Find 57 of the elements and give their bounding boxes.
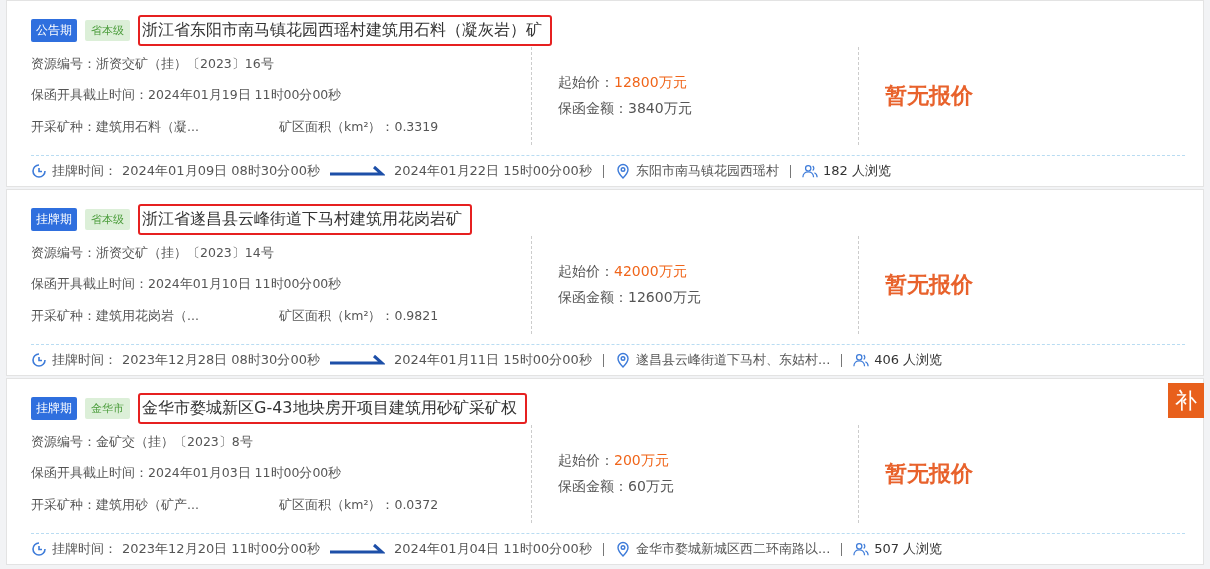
clock-icon bbox=[31, 541, 47, 557]
view-count: 507 人浏览 bbox=[874, 540, 943, 558]
bid-status: 暂无报价 bbox=[885, 82, 973, 110]
mineral-type: 开采矿种：建筑用石料（凝... bbox=[31, 118, 200, 136]
start-price-label: 起始价： bbox=[558, 74, 614, 90]
resource-number: 资源编号：金矿交（挂）〔2023〕8号 bbox=[31, 434, 254, 452]
people-icon bbox=[853, 352, 870, 368]
listing-start-time: 2024年01月09日 08时30分00秒 bbox=[122, 162, 320, 180]
location-pin-icon bbox=[614, 352, 631, 368]
start-price: 42000万元 bbox=[614, 263, 687, 279]
start-price: 12800万元 bbox=[614, 74, 687, 90]
listing-time-label: 挂牌时间： bbox=[52, 540, 117, 558]
guarantee-deadline: 保函开具截止时间：2024年01月19日 11时00分00秒 bbox=[31, 87, 343, 105]
listing-start-time: 2023年12月28日 08时30分00秒 bbox=[122, 351, 320, 369]
view-count: 406 人浏览 bbox=[874, 351, 943, 369]
listing-title-link[interactable]: 金华市婺城新区G-43地块房开项目建筑用砂矿采矿权 bbox=[138, 392, 527, 424]
clock-icon bbox=[31, 352, 47, 368]
listing-title-link[interactable]: 浙江省东阳市南马镇花园西瑶村建筑用石料（凝灰岩）矿 bbox=[138, 14, 552, 46]
stage-badge: 挂牌期 bbox=[31, 396, 77, 420]
location: 金华市婺城新城区西二环南路以... bbox=[635, 540, 831, 558]
location-pin-icon bbox=[614, 163, 631, 179]
stage-badge: 公告期 bbox=[31, 18, 77, 42]
listing-time-label: 挂牌时间： bbox=[52, 351, 117, 369]
bid-status: 暂无报价 bbox=[885, 460, 973, 488]
resource-number: 资源编号：浙资交矿（挂）〔2023〕14号 bbox=[31, 245, 275, 263]
guarantee-deadline: 保函开具截止时间：2024年01月03日 11时00分00秒 bbox=[31, 465, 343, 483]
start-price-label: 起始价： bbox=[558, 452, 614, 468]
mining-area: 矿区面积（km²）：0.9821 bbox=[279, 307, 439, 325]
listing-end-time: 2024年01月04日 11时00分00秒 bbox=[393, 540, 592, 558]
mineral-type: 开采矿种：建筑用砂（矿产... bbox=[31, 496, 200, 514]
mining-area: 矿区面积（km²）：0.3319 bbox=[279, 118, 439, 136]
mineral-type: 开采矿种：建筑用花岗岩（... bbox=[31, 307, 200, 325]
stage-badge: 挂牌期 bbox=[31, 207, 77, 231]
guarantee-amount: 保函金额：12600万元 bbox=[558, 289, 702, 307]
listing-start-time: 2023年12月20日 11时00分00秒 bbox=[122, 540, 320, 558]
listing-time-label: 挂牌时间： bbox=[52, 162, 117, 180]
level-tag: 省本级 bbox=[85, 208, 130, 230]
guarantee-deadline: 保函开具截止时间：2024年01月10日 11时00分00秒 bbox=[31, 276, 343, 294]
people-icon bbox=[801, 163, 818, 179]
level-tag: 金华市 bbox=[85, 397, 130, 419]
location: 遂昌县云峰街道下马村、东姑村... bbox=[635, 351, 831, 369]
listing-end-time: 2024年01月11日 15时00分00秒 bbox=[393, 351, 592, 369]
guarantee-amount: 保函金额：3840万元 bbox=[558, 100, 693, 118]
view-count: 182 人浏览 bbox=[822, 162, 891, 180]
location-pin-icon bbox=[614, 541, 631, 557]
guarantee-amount: 保函金额：60万元 bbox=[558, 478, 675, 496]
clock-icon bbox=[31, 163, 47, 179]
start-price-label: 起始价： bbox=[558, 263, 614, 279]
mining-area: 矿区面积（km²）：0.0372 bbox=[279, 496, 439, 514]
listing-title-link[interactable]: 浙江省遂昌县云峰街道下马村建筑用花岗岩矿 bbox=[138, 203, 472, 235]
people-icon bbox=[853, 541, 870, 557]
listing-end-time: 2024年01月22日 15时00分00秒 bbox=[393, 162, 592, 180]
level-tag: 省本级 bbox=[85, 19, 130, 41]
location: 东阳市南马镇花园西瑶村 bbox=[635, 162, 779, 180]
resource-number: 资源编号：浙资交矿（挂）〔2023〕16号 bbox=[31, 56, 275, 74]
start-price: 200万元 bbox=[614, 452, 669, 468]
bid-status: 暂无报价 bbox=[885, 271, 973, 299]
